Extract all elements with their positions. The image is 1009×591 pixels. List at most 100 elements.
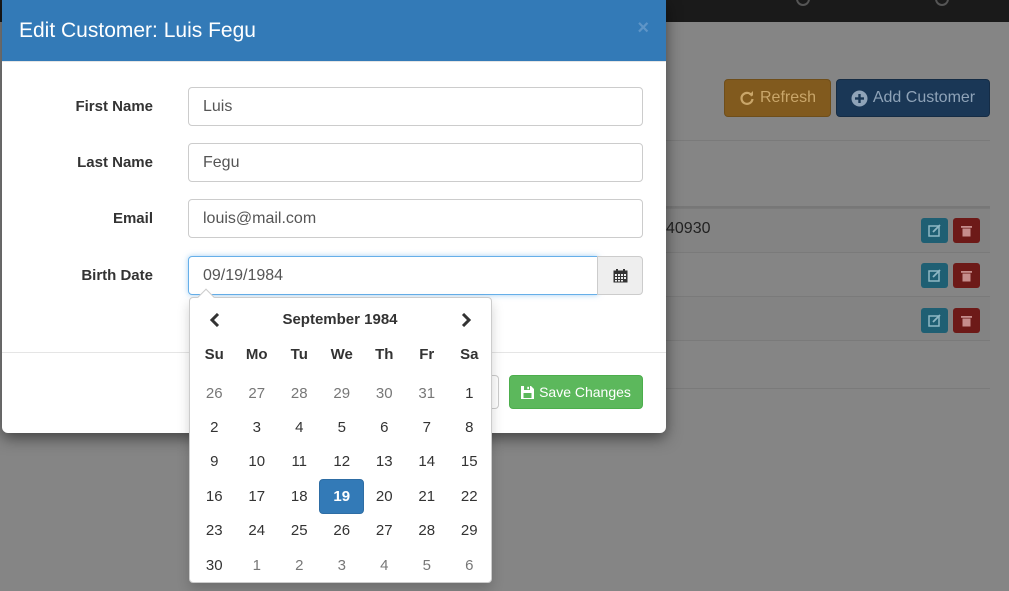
datepicker-day[interactable]: 9 (193, 445, 236, 479)
datepicker-day[interactable]: 6 (448, 548, 491, 582)
modal-header: Edit Customer: Luis Fegu × (2, 0, 666, 62)
datepicker-month-label[interactable]: September 1984 (250, 311, 430, 328)
datepicker-day[interactable]: 18 (278, 479, 321, 513)
datepicker-day[interactable]: 3 (236, 410, 279, 444)
birth-date-input[interactable] (188, 256, 598, 295)
close-icon[interactable]: × (637, 17, 649, 40)
weekday-label: Su (204, 346, 224, 363)
datepicker-day[interactable]: 17 (236, 479, 279, 513)
weekday-label: Fr (419, 346, 435, 363)
datepicker-day[interactable]: 15 (448, 445, 491, 479)
datepicker-day[interactable]: 1 (236, 548, 279, 582)
datepicker-day[interactable]: 16 (193, 479, 236, 513)
add-customer-label: Add Customer (872, 89, 976, 106)
datepicker-days: 26 27 28 29 30 31 1 2 3 4 5 6 7 8 9 10 11 12 13 14 15 16 17 18 1… (193, 376, 493, 582)
first-name-label: First Name (75, 98, 153, 115)
datepicker-week: 16 17 18 19 20 21 22 (193, 479, 493, 514)
datepicker-day[interactable]: 29 (321, 376, 364, 410)
weekday-label: Sa (460, 346, 479, 363)
datepicker-day[interactable]: 6 (363, 410, 406, 444)
last-name-row: Last Name (2, 143, 666, 182)
datepicker-day[interactable]: 28 (406, 514, 449, 548)
datepicker-day[interactable]: 30 (193, 548, 236, 582)
divider (666, 140, 990, 141)
datepicker-day[interactable]: 2 (278, 548, 321, 582)
weekday-label: We (330, 346, 353, 363)
weekday-header: Su Mo Tu We Th Fr Sa (190, 346, 493, 363)
datepicker-day[interactable]: 5 (406, 548, 449, 582)
datepicker-day[interactable]: 20 (363, 479, 406, 513)
floppy-disk-icon (521, 385, 535, 399)
datepicker-day[interactable]: 21 (406, 479, 449, 513)
chevron-left-icon (209, 313, 220, 327)
datepicker-week: 23 24 25 26 27 28 29 (193, 514, 493, 548)
table-cell: 40930 (666, 220, 711, 237)
datepicker-day[interactable]: 1 (448, 376, 491, 410)
edit-icon (928, 269, 941, 282)
datepicker-day[interactable]: 27 (363, 514, 406, 548)
edit-button (921, 308, 948, 333)
datepicker-day[interactable]: 11 (278, 445, 321, 479)
birth-date-label: Birth Date (81, 267, 153, 284)
plus-circle-icon (851, 90, 868, 106)
last-name-input[interactable] (188, 143, 643, 182)
datepicker-week: 9 10 11 12 13 14 15 (193, 445, 493, 479)
first-name-row: First Name (2, 87, 666, 126)
refresh-button: Refresh (724, 79, 831, 117)
datepicker-week: 2345678 (193, 410, 493, 444)
weekday-label: Mo (245, 346, 268, 363)
weekday-label: Th (375, 346, 394, 363)
save-changes-button[interactable]: Save Changes (509, 375, 643, 409)
datepicker-day[interactable]: 8 (448, 410, 491, 444)
datepicker-day[interactable]: 29 (448, 514, 491, 548)
edit-icon (928, 314, 941, 327)
datepicker-day[interactable]: 22 (448, 479, 491, 513)
datepicker-day[interactable]: 13 (363, 445, 406, 479)
edit-button (921, 218, 948, 243)
datepicker-day[interactable]: 3 (321, 548, 364, 582)
first-name-input[interactable] (188, 87, 643, 126)
datepicker-day[interactable]: 14 (406, 445, 449, 479)
datepicker-day[interactable]: 28 (278, 376, 321, 410)
email-row: Email (2, 199, 666, 238)
trash-icon (961, 226, 972, 237)
refresh-icon (740, 91, 754, 105)
save-changes-label: Save Changes (539, 384, 631, 400)
prev-month-button[interactable] (200, 308, 230, 332)
calendar-button[interactable] (597, 256, 643, 295)
edit-button (921, 263, 948, 288)
datepicker-day[interactable]: 27 (236, 376, 279, 410)
datepicker-day[interactable]: 25 (278, 514, 321, 548)
datepicker-day[interactable]: 7 (406, 410, 449, 444)
datepicker-header: September 1984 (190, 308, 493, 332)
datepicker-week: 30 1 2 3 4 5 6 (193, 548, 493, 582)
calendar-icon (613, 268, 627, 282)
datepicker-day[interactable]: 23 (193, 514, 236, 548)
refresh-label: Refresh (759, 89, 817, 106)
next-month-button[interactable] (451, 308, 481, 332)
datepicker-day[interactable]: 31 (406, 376, 449, 410)
modal-title: Edit Customer: Luis Fegu (19, 18, 256, 42)
divider (666, 340, 990, 341)
datepicker-week: 26 27 28 29 30 31 1 (193, 376, 493, 410)
datepicker-day[interactable]: 12 (321, 445, 364, 479)
datepicker-day-selected[interactable]: 19 (319, 479, 365, 514)
datepicker-popup: September 1984 Su Mo Tu We Th Fr Sa 26 27 28 29 30… (189, 288, 493, 583)
email-input[interactable] (188, 199, 643, 238)
datepicker-day[interactable]: 4 (278, 410, 321, 444)
datepicker-day[interactable]: 5 (321, 410, 364, 444)
datepicker-day[interactable]: 4 (363, 548, 406, 582)
weekday-label: Tu (290, 346, 308, 363)
datepicker-day[interactable]: 10 (236, 445, 279, 479)
delete-button (953, 263, 980, 288)
datepicker-day[interactable]: 2 (193, 410, 236, 444)
last-name-label: Last Name (77, 154, 153, 171)
datepicker-day[interactable]: 26 (193, 376, 236, 410)
birth-date-row: Birth Date (2, 256, 666, 295)
divider (666, 388, 990, 389)
datepicker-day[interactable]: 24 (236, 514, 279, 548)
datepicker-day[interactable]: 30 (363, 376, 406, 410)
datepicker-day[interactable]: 26 (321, 514, 364, 548)
delete-button (953, 308, 980, 333)
delete-button (953, 218, 980, 243)
